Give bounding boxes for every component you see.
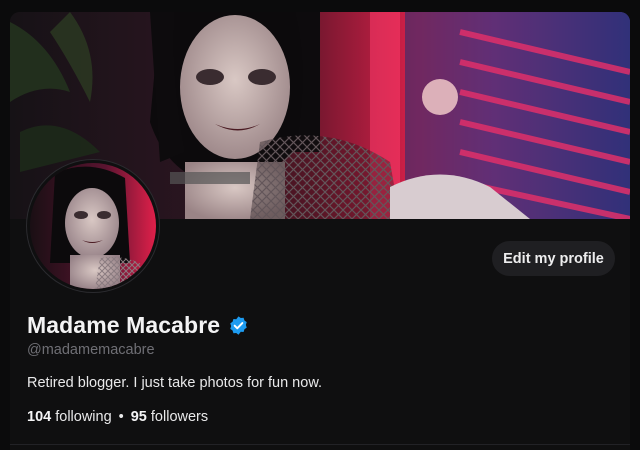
followers-link[interactable]: 95 followers [131, 409, 208, 425]
avatar[interactable] [27, 160, 159, 292]
profile-handle: @madamemacabre [27, 342, 155, 358]
following-link[interactable]: 104 following [27, 409, 112, 425]
edit-profile-button[interactable]: Edit my profile [492, 241, 615, 276]
divider [10, 444, 630, 445]
display-name: Madame Macabre [27, 312, 221, 338]
following-count: 104 [27, 409, 52, 425]
followers-label: followers [146, 409, 209, 425]
stats-separator: • [118, 409, 124, 425]
follow-stats: 104 following • 95 followers [27, 409, 208, 425]
followers-count: 95 [130, 409, 147, 425]
verified-badge-icon [228, 315, 249, 336]
profile-bio: Retired blogger. I just take photos for … [27, 375, 323, 391]
following-label: following [51, 409, 112, 425]
name-row: Madame Macabre [27, 312, 249, 339]
profile-card: Edit my profile Madame Macabre @madamema… [10, 12, 630, 450]
